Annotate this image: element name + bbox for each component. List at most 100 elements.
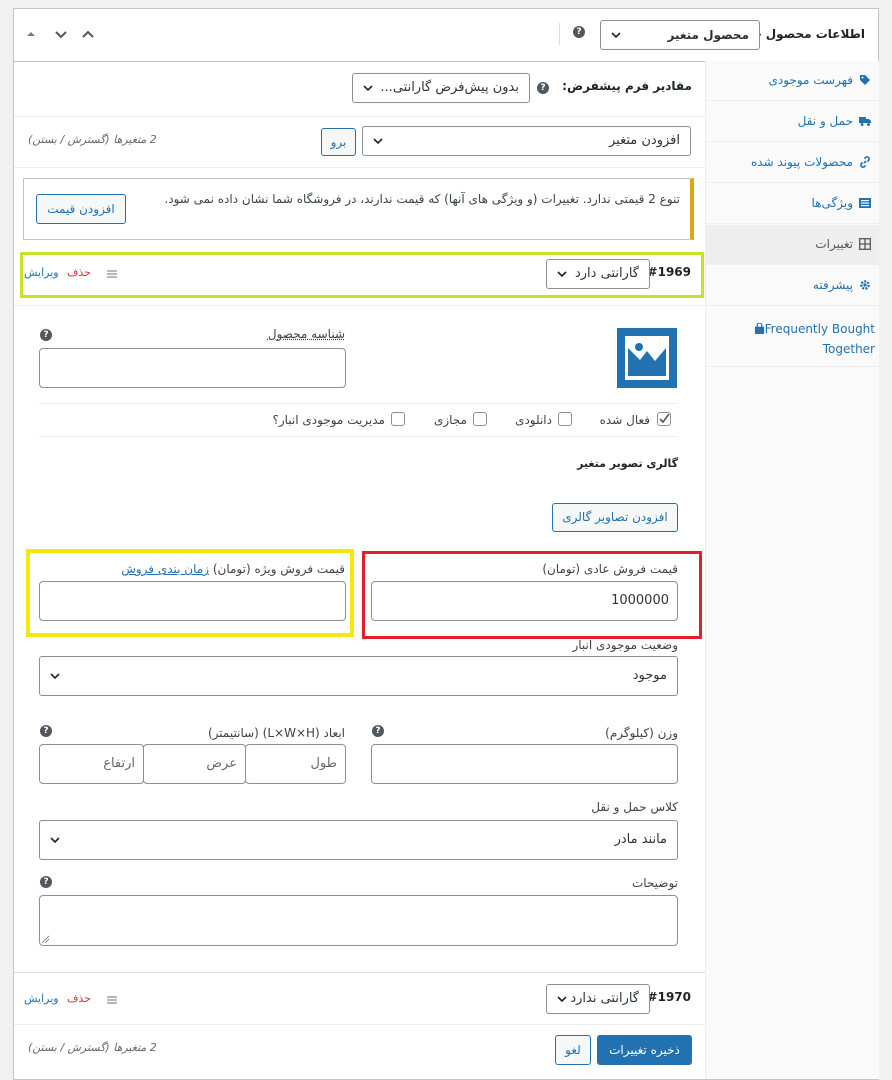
- divider: [14, 305, 705, 306]
- variation-id: #1969: [647, 265, 691, 279]
- defaults-label: مقادیر فرم پیشفرض:: [562, 79, 692, 93]
- divider: [14, 116, 705, 117]
- help-icon[interactable]: ?: [573, 26, 585, 38]
- default-attribute-select[interactable]: بدون پیش‌فرض گارانتی...: [352, 73, 530, 103]
- help-icon[interactable]: ?: [537, 82, 549, 94]
- tab-label: Frequently Bought Together: [764, 322, 875, 356]
- tab-frequently-bought-together[interactable]: Frequently Bought Together: [706, 307, 879, 367]
- downloadable-checkbox[interactable]: [558, 412, 572, 426]
- enabled-label: فعال شده: [599, 413, 650, 427]
- header-divider: [559, 23, 560, 45]
- variations-count-toggle[interactable]: 2 متغیرها (گسترش / بستن): [28, 1041, 157, 1054]
- enabled-checkbox[interactable]: [657, 412, 671, 426]
- divider: [39, 403, 678, 404]
- chevron-down-icon: [373, 138, 383, 145]
- stock-status-value: موجود: [632, 668, 667, 683]
- add-price-button[interactable]: افزودن قیمت: [36, 194, 126, 224]
- divider: [39, 436, 678, 437]
- variation-attribute-select[interactable]: گارانتی دارد: [546, 259, 650, 289]
- help-icon[interactable]: ?: [372, 725, 384, 737]
- variation-attribute-value: گارانتی دارد: [574, 266, 639, 281]
- resize-handle-icon[interactable]: [41, 935, 50, 944]
- gear-icon: [860, 280, 870, 290]
- check-icon: [659, 413, 670, 424]
- divider: [14, 167, 705, 168]
- product-data-panel: اطلاعات محصول — محصول متغیر ? فهرست موجو…: [13, 8, 879, 1080]
- tab-fbt-wrap: Frequently Bought Together: [745, 319, 875, 359]
- chevron-down-icon: [557, 996, 567, 1003]
- width-input[interactable]: عرض: [143, 744, 246, 784]
- downloadable-label: دانلودی: [515, 413, 552, 427]
- regular-price-input[interactable]: 1000000: [371, 581, 678, 621]
- tab-advanced[interactable]: پیشرفته: [706, 266, 879, 306]
- grid-icon: [859, 238, 871, 250]
- drag-handle-icon[interactable]: [106, 995, 118, 1005]
- help-icon[interactable]: ?: [40, 725, 52, 737]
- weight-input[interactable]: [371, 744, 678, 784]
- delete-link[interactable]: حذف: [67, 992, 91, 1005]
- add-variation-value: افزودن متغیر: [609, 133, 680, 148]
- help-icon[interactable]: ?: [40, 876, 52, 888]
- shipping-class-label: کلاس حمل و نقل: [591, 800, 678, 814]
- description-label: توضیحات: [631, 876, 678, 890]
- save-changes-button[interactable]: ذخیره تغییرات: [597, 1035, 692, 1065]
- manage-stock-label: مدیریت موجودی انبار؟: [272, 413, 385, 427]
- sale-price-label: قیمت فروش ویژه (تومان): [212, 562, 345, 576]
- schedule-sale-link[interactable]: زمان بندی فروش: [121, 562, 209, 576]
- product-data-tabs: فهرست موجودی حمل و نقل محصولات پیوند شده…: [705, 61, 879, 1079]
- drag-handle-icon[interactable]: [106, 269, 118, 279]
- shipping-class-select[interactable]: مانند مادر: [39, 820, 678, 860]
- length-input[interactable]: طول: [245, 744, 346, 784]
- tab-attributes[interactable]: ویژگی‌ها: [706, 184, 879, 224]
- chevron-down-icon: [363, 85, 373, 92]
- chevron-up-icon[interactable]: [81, 27, 95, 41]
- notice-text: تنوع 2 قیمتی ندارد. تغییرات (و ویژگی های…: [164, 192, 680, 206]
- sku-label: شناسه محصول: [267, 327, 345, 341]
- help-icon[interactable]: ?: [40, 329, 52, 341]
- stock-status-select[interactable]: موجود: [39, 656, 678, 696]
- manage-stock-checkbox[interactable]: [391, 412, 405, 426]
- add-variation-select[interactable]: افزودن متغیر: [362, 126, 691, 156]
- tab-label: تغییرات: [815, 237, 853, 251]
- variations-count-toggle[interactable]: 2 متغیرها (گسترش / بستن): [28, 133, 157, 146]
- tab-label: پیشرفته: [812, 278, 853, 292]
- shipping-class-value: مانند مادر: [614, 832, 667, 847]
- tab-label: حمل و نقل: [797, 114, 853, 128]
- chevron-down-icon: [50, 837, 60, 844]
- tab-linked-products[interactable]: محصولات پیوند شده: [706, 143, 879, 183]
- variation-attribute-select[interactable]: گارانتی ندارد: [546, 984, 650, 1014]
- product-type-select[interactable]: محصول متغیر: [600, 20, 760, 50]
- chevron-down-icon: [557, 271, 567, 278]
- chevron-down-icon: [50, 673, 60, 680]
- edit-link[interactable]: ویرایش: [24, 266, 59, 279]
- delete-link[interactable]: حذف: [67, 266, 91, 279]
- tab-inventory[interactable]: فهرست موجودی: [706, 61, 879, 101]
- panel-title: اطلاعات محصول —: [749, 27, 865, 41]
- move-up-icon[interactable]: [26, 29, 36, 39]
- tab-label: ویژگی‌ها: [811, 196, 853, 210]
- weight-label: وزن (کیلوگرم): [605, 726, 678, 740]
- price-notice: تنوع 2 قیمتی ندارد. تغییرات (و ویژگی های…: [23, 178, 694, 240]
- height-input[interactable]: ارتفاع: [39, 744, 144, 784]
- sale-price-input[interactable]: [39, 581, 346, 621]
- cancel-button[interactable]: لغو: [555, 1035, 591, 1065]
- product-type-value: محصول متغیر: [667, 28, 749, 42]
- add-gallery-images-button[interactable]: افزودن تصاویر گالری: [552, 503, 678, 532]
- tab-variations[interactable]: تغییرات: [706, 225, 879, 265]
- tab-label: فهرست موجودی: [768, 73, 853, 87]
- chevron-down-icon: [611, 32, 621, 39]
- variation-image-placeholder[interactable]: [617, 328, 677, 388]
- variation-attribute-value: گارانتی ندارد: [570, 991, 639, 1006]
- variation-id: #1970: [647, 990, 691, 1004]
- default-attribute-value: بدون پیش‌فرض گارانتی...: [380, 80, 519, 95]
- description-textarea[interactable]: [39, 895, 678, 946]
- stock-status-label: وضعیت موجودی انبار: [572, 638, 678, 652]
- tab-shipping[interactable]: حمل و نقل: [706, 102, 879, 142]
- go-button[interactable]: برو: [321, 128, 356, 156]
- virtual-checkbox[interactable]: [473, 412, 487, 426]
- sku-input[interactable]: [39, 348, 346, 388]
- link-icon: [860, 156, 870, 168]
- edit-link[interactable]: ویرایش: [24, 992, 59, 1005]
- gallery-title: گالری تصویر متغیر: [577, 457, 678, 470]
- chevron-down-icon[interactable]: [54, 27, 68, 41]
